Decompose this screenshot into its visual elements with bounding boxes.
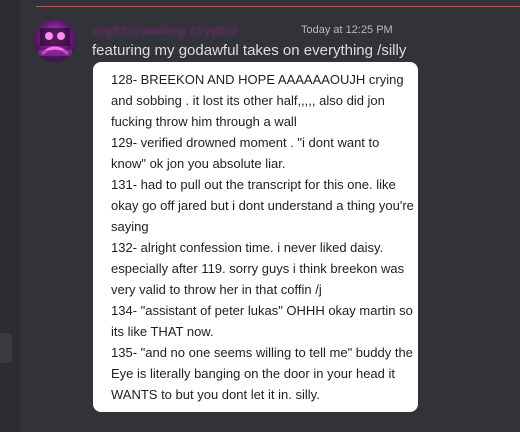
entry-129: 129- verified drowned moment . "i dont w… — [111, 135, 380, 171]
avatar-image — [38, 28, 72, 56]
server-sidebar — [0, 0, 20, 432]
entry-134: 134- "assistant of peter lukas" OHHH oka… — [111, 303, 413, 339]
channel-indicator[interactable] — [0, 333, 12, 363]
message-content: featuring my godawful takes on everythin… — [92, 42, 407, 59]
message-timestamp: Today at 12:25 PM — [301, 24, 393, 36]
entry-131: 131- had to pull out the transcript for … — [111, 177, 414, 234]
cropped-text-line — [111, 62, 311, 66]
attachment-text: 128- BREEKON AND HOPE AAAAAAOUJH crying … — [111, 69, 415, 405]
entry-132: 132- alright confession time. i never li… — [111, 240, 405, 297]
entry-128: 128- BREEKON AND HOPE AAAAAAOUJH crying … — [111, 72, 404, 129]
new-messages-divider — [36, 6, 520, 7]
entry-135: 135- "and no one seems willing to tell m… — [111, 345, 413, 402]
image-attachment[interactable]: 128- BREEKON AND HOPE AAAAAAOUJH crying … — [93, 62, 418, 412]
avatar[interactable] — [34, 20, 76, 62]
message-author[interactable]: nightcrawling cryptid — [92, 22, 238, 38]
